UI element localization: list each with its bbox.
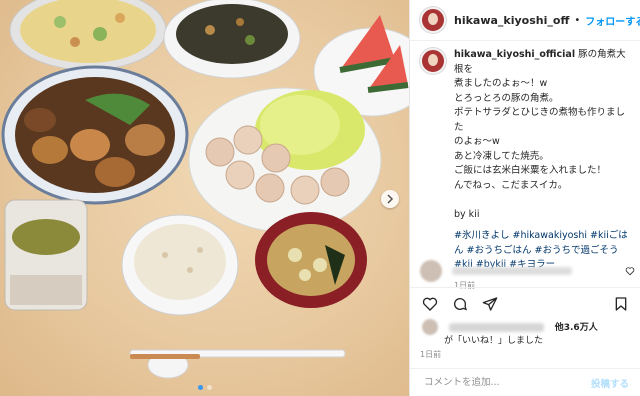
commenter-avatar[interactable] <box>420 260 442 282</box>
caption-line: のよぉ～w <box>454 136 500 147</box>
follow-button[interactable]: フォローする <box>585 13 640 28</box>
likes-suffix: が「いいね！」しました <box>444 336 544 346</box>
chevron-right-icon <box>387 194 394 204</box>
caption-text: hikawa_kiyoshi_official 豚の角煮大根を 煮ましたのよぉ～… <box>454 48 634 293</box>
caption-line: ポテトサラダとひじきの煮物も作りました <box>454 107 626 133</box>
liker-avatar[interactable] <box>422 319 438 335</box>
caption-username[interactable]: hikawa_kiyoshi_official <box>454 49 575 60</box>
caption-line: んでねっ、こだまスイカ。 <box>454 179 568 191</box>
avatar[interactable] <box>420 7 446 33</box>
caption-line: ご飯には玄米白米粟を入れました！ <box>454 165 607 176</box>
action-bar <box>410 287 640 319</box>
username-link[interactable]: hikawa_kiyoshi_off <box>454 14 569 27</box>
post-side-panel: hikawa_kiyoshi_off • フォローする hikawa_kiyos… <box>409 0 640 396</box>
heart-icon[interactable] <box>625 266 635 276</box>
paper-plane-icon[interactable] <box>482 296 498 312</box>
likes-count[interactable]: 他3.6万人 <box>555 323 598 333</box>
next-photo-button[interactable] <box>381 190 399 208</box>
comment-box: 投稿する <box>410 368 640 396</box>
separator-dot: • <box>574 14 581 26</box>
caption-line: とろっとろの豚の角煮。 <box>454 92 559 104</box>
comment-input[interactable] <box>422 376 591 389</box>
caption: hikawa_kiyoshi_official 豚の角煮大根を 煮ましたのよぉ～… <box>420 48 635 290</box>
caption-avatar[interactable] <box>420 48 446 74</box>
carousel-indicators <box>0 385 409 390</box>
post-comment-button[interactable]: 投稿する <box>591 376 629 390</box>
liker-name-blurred <box>448 322 544 332</box>
comment-icon[interactable] <box>452 296 468 312</box>
likes-summary: 他3.6万人 が「いいね！」しました <box>422 319 632 348</box>
bookmark-icon[interactable] <box>613 296 629 312</box>
instagram-post-view: hikawa_kiyoshi_off • フォローする hikawa_kiyos… <box>0 0 640 396</box>
caption-line: by kii <box>454 208 480 220</box>
carousel-dot <box>206 385 212 390</box>
heart-icon[interactable] <box>422 296 438 312</box>
comment-text-blurred <box>452 267 572 275</box>
caption-line: 煮ましたのよぉ～！w <box>454 78 548 89</box>
post-photo[interactable] <box>0 0 409 396</box>
post-time: 1日前 <box>420 350 442 359</box>
post-header: hikawa_kiyoshi_off • フォローする <box>410 0 640 41</box>
food-photo-illustration <box>1 0 409 379</box>
comment-row <box>420 260 635 282</box>
caption-line: あと冷凍してた焼売。 <box>454 150 549 162</box>
carousel-dot <box>197 385 203 390</box>
